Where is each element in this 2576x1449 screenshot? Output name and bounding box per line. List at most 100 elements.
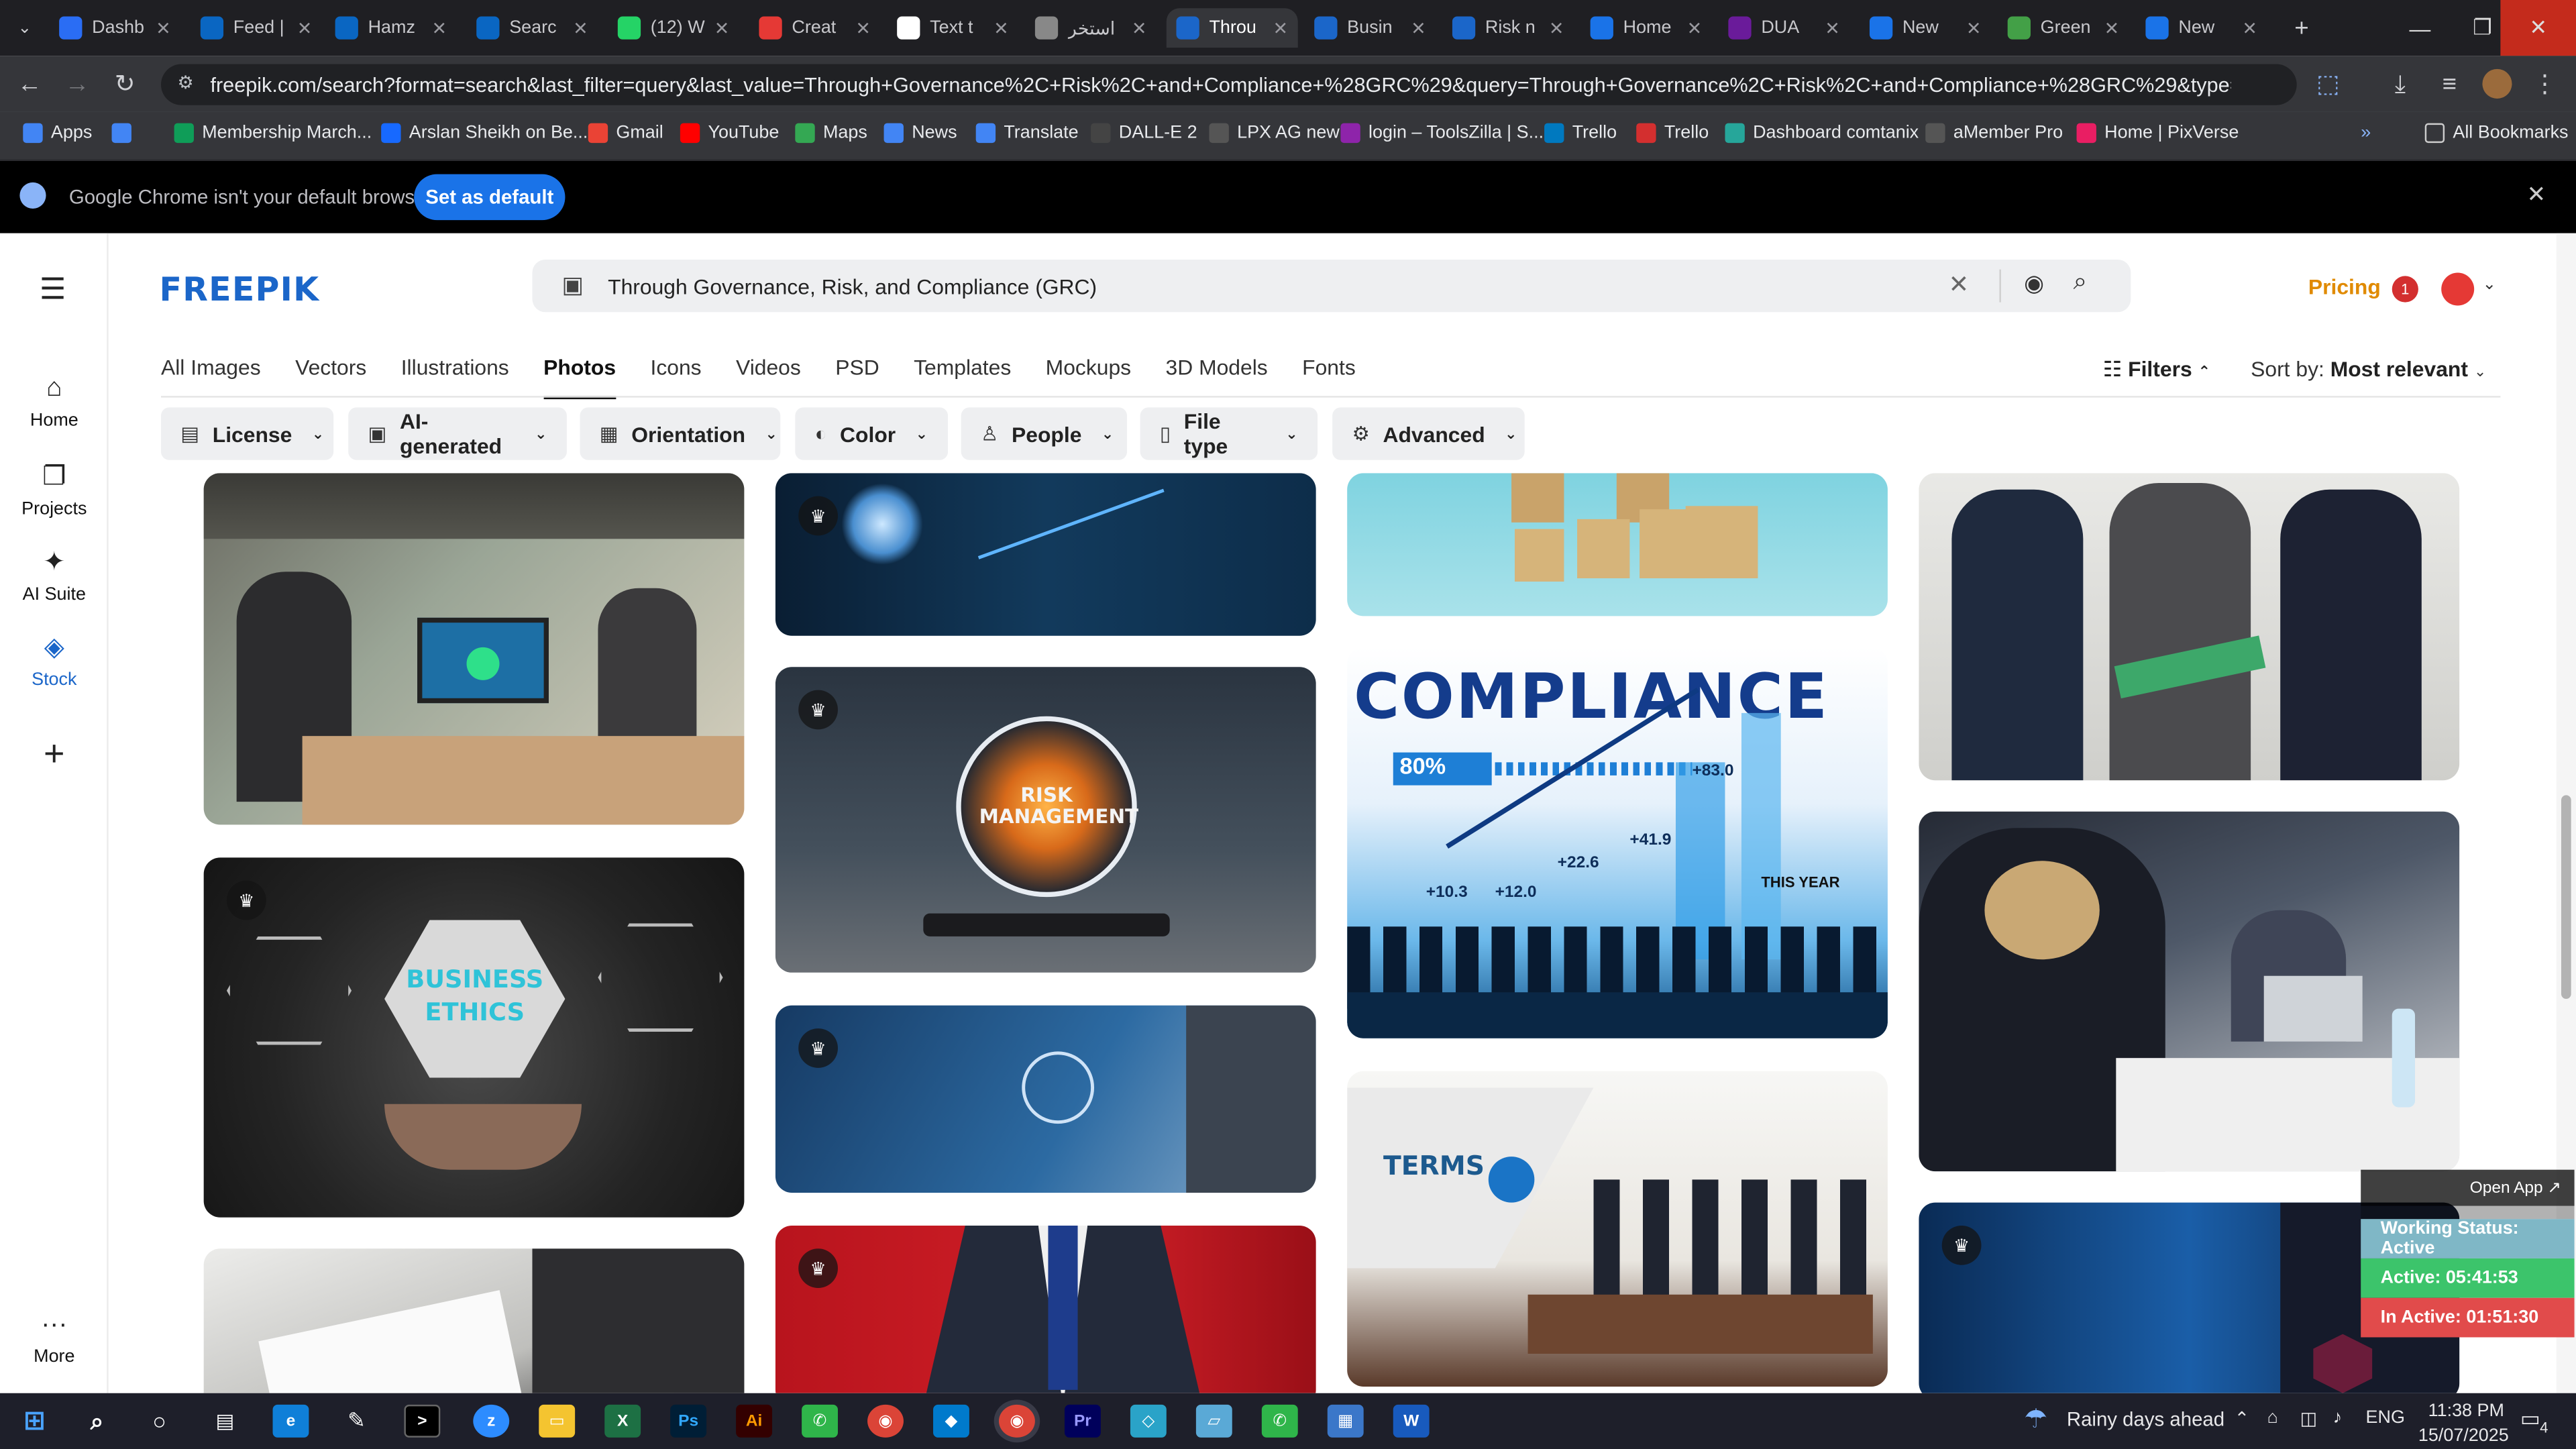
bookmark-item[interactable]: DALL-E 2 bbox=[1091, 123, 1197, 144]
bookmark-item[interactable]: Dashboard comtanix bbox=[1725, 123, 1919, 144]
category-tab[interactable]: 3D Models bbox=[1166, 355, 1268, 399]
open-app-button[interactable]: Open App ↗ bbox=[2361, 1169, 2575, 1206]
tab-close-icon[interactable]: ✕ bbox=[1687, 17, 1703, 38]
tab-close-icon[interactable]: ✕ bbox=[156, 17, 171, 38]
bookmark-item[interactable]: YouTube bbox=[680, 123, 779, 144]
all-bookmarks[interactable]: All Bookmarks bbox=[2424, 123, 2569, 144]
search-icon[interactable]: ⌕ bbox=[2074, 268, 2088, 296]
wifi-icon[interactable]: ◫ bbox=[2300, 1408, 2317, 1429]
tab-close-icon[interactable]: ✕ bbox=[432, 17, 447, 38]
digital-shield-photo[interactable]: ♛ bbox=[775, 473, 1316, 636]
tab-close-icon[interactable]: ✕ bbox=[1411, 17, 1426, 38]
bookmark-item[interactable]: Membership March... bbox=[174, 123, 372, 144]
vscode-icon[interactable]: ◆ bbox=[933, 1404, 969, 1438]
bookmark-item[interactable]: LPX AG new bbox=[1209, 123, 1340, 144]
illustrator-icon[interactable]: Ai bbox=[736, 1404, 773, 1438]
bookmark-item[interactable]: login – ToolsZilla | S... bbox=[1340, 123, 1544, 144]
weather-text[interactable]: Rainy days ahead bbox=[2067, 1408, 2224, 1431]
back-icon[interactable]: ← bbox=[15, 69, 44, 99]
search-taskbar-icon[interactable]: ⌕ bbox=[79, 1405, 115, 1438]
category-tab[interactable]: Icons bbox=[650, 355, 701, 399]
filter-button[interactable]: ▯ File type ⌄ bbox=[1140, 407, 1318, 460]
app-folder-icon[interactable]: ▱ bbox=[1195, 1404, 1232, 1438]
filter-button[interactable]: ▦ Orientation ⌄ bbox=[580, 407, 781, 460]
tab-close-icon[interactable]: ✕ bbox=[573, 17, 588, 38]
task-view-icon[interactable]: ▤ bbox=[207, 1405, 244, 1438]
tab-close-icon[interactable]: ✕ bbox=[714, 17, 730, 38]
pricing-link[interactable]: Pricing bbox=[2308, 274, 2381, 299]
extension-icon[interactable]: ⬚ bbox=[2313, 69, 2343, 99]
browser-tab[interactable]: Risk n ✕ bbox=[1442, 8, 1574, 48]
tab-search-icon[interactable]: ⌄ bbox=[10, 13, 40, 43]
close-window-icon[interactable]: ✕ bbox=[2500, 0, 2576, 56]
category-tab[interactable]: Illustrations bbox=[401, 355, 509, 399]
freepik-logo[interactable]: FREEPIK bbox=[160, 270, 320, 309]
tray-chevron-icon[interactable]: ⌃ bbox=[2235, 1408, 2250, 1429]
compliance-chart-photo[interactable]: COMPLIANCE 80% +83.0 +41.9 +22.6 +10.3 +… bbox=[1347, 647, 1888, 1038]
network-icon[interactable]: ⌂ bbox=[2267, 1408, 2278, 1428]
user-avatar[interactable] bbox=[2441, 272, 2475, 306]
category-tab[interactable]: Vectors bbox=[295, 355, 366, 399]
reload-icon[interactable]: ↻ bbox=[110, 69, 140, 99]
tab-close-icon[interactable]: ✕ bbox=[1966, 17, 1982, 38]
filters-toggle[interactable]: ☷ Filters ⌃ bbox=[2103, 356, 2210, 382]
filter-button[interactable]: ▤ License ⌄ bbox=[161, 407, 334, 460]
bookmark-item[interactable]: aMember Pro bbox=[1925, 123, 2063, 144]
tab-close-icon[interactable]: ✕ bbox=[855, 17, 871, 38]
zoom-icon[interactable]: z bbox=[473, 1404, 510, 1438]
new-tab-icon[interactable]: + bbox=[2287, 13, 2316, 43]
browser-tab[interactable]: Text t ✕ bbox=[887, 8, 1018, 48]
pen-icon[interactable]: ✎ bbox=[338, 1405, 374, 1438]
tab-close-icon[interactable]: ✕ bbox=[1825, 17, 1840, 38]
bookmark-item[interactable]: Trello bbox=[1544, 123, 1617, 144]
category-tab[interactable]: Fonts bbox=[1302, 355, 1356, 399]
browser-tab[interactable]: استخر ✕ bbox=[1025, 8, 1157, 48]
filter-button[interactable]: ◐ Color ⌄ bbox=[795, 407, 949, 460]
risk-management-photo[interactable]: ♛ RISK MANAGEMENT bbox=[775, 667, 1316, 973]
chrome-taskbar-icon[interactable]: ◉ bbox=[867, 1404, 904, 1438]
terms-meeting-photo[interactable]: TERMS bbox=[1347, 1071, 1888, 1387]
phone-icon[interactable]: ✆ bbox=[802, 1404, 838, 1438]
tab-close-icon[interactable]: ✕ bbox=[994, 17, 1009, 38]
office-monitor-photo[interactable] bbox=[203, 473, 745, 825]
bookmark-item[interactable]: Arslan Sheikh on Be... bbox=[381, 123, 588, 144]
browser-tab[interactable]: Searc ✕ bbox=[467, 8, 598, 48]
clear-search-icon[interactable]: ✕ bbox=[1949, 270, 1970, 299]
weather-icon[interactable]: ☂ bbox=[2024, 1403, 2047, 1436]
bookmark-item[interactable]: Translate bbox=[975, 123, 1079, 144]
tab-close-icon[interactable]: ✕ bbox=[2104, 17, 2120, 38]
search-input[interactable]: Through Governance, Risk, and Compliance… bbox=[608, 274, 1097, 299]
edge-icon[interactable]: e bbox=[272, 1404, 309, 1438]
bookmark-item[interactable]: News bbox=[883, 123, 957, 144]
language-label[interactable]: ENG bbox=[2366, 1408, 2405, 1428]
filter-button[interactable]: ♙ People ⌄ bbox=[961, 407, 1128, 460]
forward-icon[interactable]: → bbox=[62, 69, 92, 99]
app-diamond-icon[interactable]: ◇ bbox=[1130, 1404, 1167, 1438]
bookmark-item[interactable]: Apps bbox=[23, 123, 92, 144]
businessman-red-photo[interactable]: ♛ bbox=[775, 1225, 1316, 1393]
hamburger-icon[interactable]: ☰ bbox=[40, 273, 66, 307]
start-icon[interactable]: ⊞ bbox=[16, 1405, 52, 1438]
browser-tab[interactable]: New ✕ bbox=[1860, 8, 1991, 48]
clock-time[interactable]: 11:38 PM bbox=[2428, 1401, 2504, 1421]
address-bar[interactable]: ⚙ freepik.com/search?format=search&last_… bbox=[161, 64, 2297, 105]
notification-badge[interactable]: 1 bbox=[2392, 276, 2418, 303]
clock-date[interactable]: 15/07/2025 bbox=[2418, 1426, 2509, 1446]
category-tab[interactable]: PSD bbox=[835, 355, 879, 399]
calculator-icon[interactable]: ▦ bbox=[1327, 1404, 1364, 1438]
volume-icon[interactable]: ♪ bbox=[2333, 1408, 2342, 1428]
sort-dropdown[interactable]: Sort by: Most relevant ⌄ bbox=[2251, 356, 2486, 381]
bookmark-item[interactable]: Gmail bbox=[588, 123, 663, 144]
profile-avatar[interactable] bbox=[2482, 68, 2512, 99]
bookmarks-overflow-icon[interactable]: » bbox=[2361, 123, 2371, 143]
browser-tab[interactable]: Feed | ✕ bbox=[191, 8, 322, 48]
browser-tab[interactable]: Throu ✕ bbox=[1166, 8, 1298, 48]
filter-button[interactable]: ▣ AI-generated ⌄ bbox=[348, 407, 567, 460]
browser-tab[interactable]: Creat ✕ bbox=[749, 8, 881, 48]
chrome-active-icon[interactable]: ◉ bbox=[998, 1404, 1035, 1438]
document-hands-photo[interactable] bbox=[203, 1248, 745, 1393]
premiere-icon[interactable]: Pr bbox=[1064, 1404, 1101, 1438]
browser-tab[interactable]: (12) W ✕ bbox=[608, 8, 739, 48]
browser-tab[interactable]: Hamz ✕ bbox=[325, 8, 457, 48]
business-ethics-photo[interactable]: ♛ BUSINESS ETHICS bbox=[203, 857, 745, 1218]
